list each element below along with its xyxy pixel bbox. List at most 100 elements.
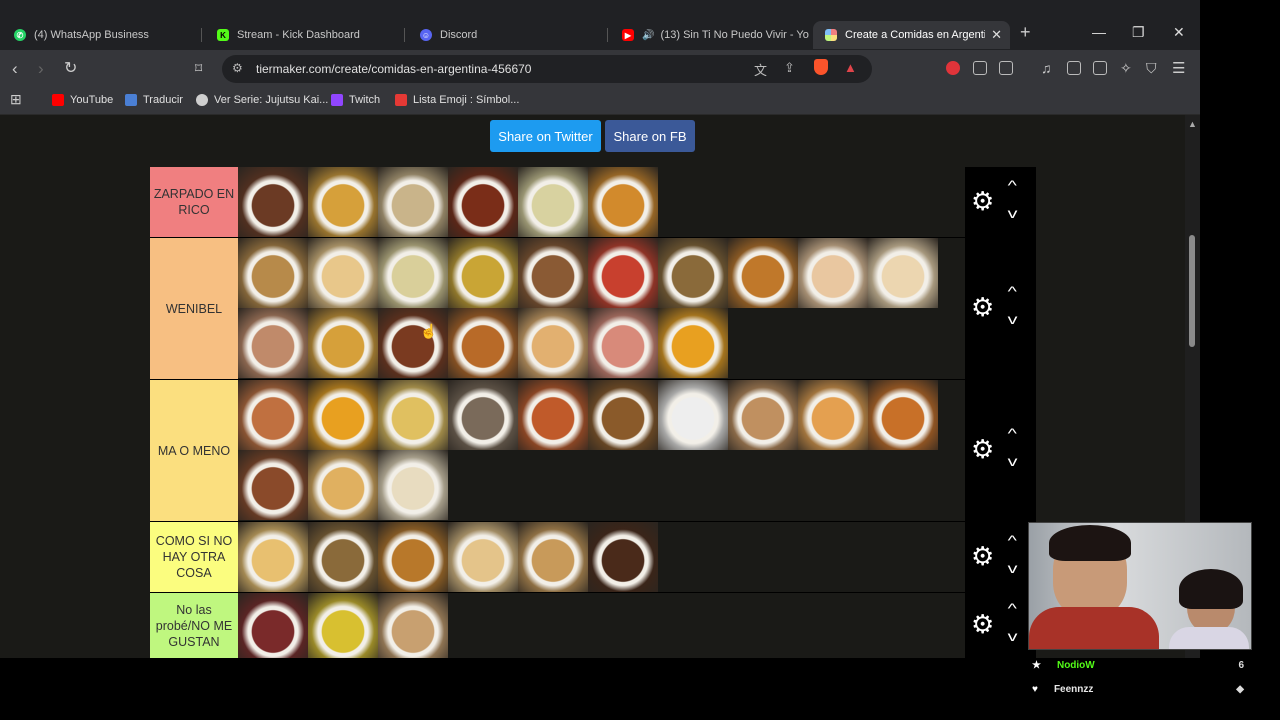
restore-button[interactable]: ❐: [1132, 24, 1145, 41]
food-image[interactable]: [238, 450, 308, 520]
vpn-icon[interactable]: ⛉: [1146, 60, 1157, 77]
tab-kick[interactable]: K Stream - Kick Dashboard: [205, 21, 405, 49]
tier-label[interactable]: ZARPADO EN RICO: [150, 167, 238, 237]
food-image[interactable]: [448, 167, 518, 237]
gear-icon[interactable]: ⚙: [971, 186, 994, 217]
food-image[interactable]: [378, 522, 448, 592]
brave-rewards-icon[interactable]: ▲: [844, 60, 857, 75]
bookmark-twitch[interactable]: Twitch: [331, 94, 380, 106]
food-image[interactable]: [238, 380, 308, 450]
food-image[interactable]: [728, 380, 798, 450]
food-image[interactable]: [378, 167, 448, 237]
tier-label[interactable]: COMO SI NO HAY OTRA COSA: [150, 522, 238, 592]
tier-items[interactable]: [238, 238, 965, 379]
chevron-up-icon[interactable]: ^: [1008, 425, 1017, 441]
food-image[interactable]: [308, 593, 378, 658]
wallet-icon[interactable]: [1093, 61, 1107, 75]
tier-items[interactable]: [238, 522, 965, 592]
share-icon[interactable]: ⇪: [784, 60, 795, 76]
food-image[interactable]: [378, 450, 448, 520]
food-image[interactable]: [798, 238, 868, 308]
food-image[interactable]: [798, 380, 868, 450]
food-image[interactable]: [238, 593, 308, 658]
gear-icon[interactable]: ⚙: [971, 434, 994, 465]
reload-button[interactable]: ↻: [64, 58, 77, 78]
scroll-thumb[interactable]: [1189, 235, 1195, 347]
food-image[interactable]: [518, 308, 588, 378]
new-tab-button[interactable]: +: [1020, 22, 1031, 43]
food-image[interactable]: [378, 380, 448, 450]
food-image[interactable]: [588, 380, 658, 450]
tab-discord[interactable]: ☺ Discord: [408, 21, 608, 49]
food-image[interactable]: [308, 308, 378, 378]
tier-label[interactable]: WENIBEL: [150, 238, 238, 379]
apps-grid-icon[interactable]: ⊞: [10, 91, 22, 108]
food-image[interactable]: [588, 167, 658, 237]
tab-tiermaker[interactable]: Create a Comidas en Argentin ✕: [813, 21, 1010, 49]
extension-red-icon[interactable]: [946, 61, 960, 75]
food-image[interactable]: [658, 308, 728, 378]
food-image[interactable]: [518, 380, 588, 450]
food-image[interactable]: [238, 167, 308, 237]
tab-whatsapp[interactable]: ✆ (4) WhatsApp Business: [2, 21, 202, 49]
translate-icon[interactable]: 文: [754, 60, 767, 79]
food-image[interactable]: [588, 522, 658, 592]
tier-label[interactable]: No las probé/NO ME GUSTAN: [150, 593, 238, 658]
close-window-button[interactable]: ✕: [1173, 24, 1185, 41]
screenshot-icon[interactable]: [999, 61, 1013, 75]
food-image[interactable]: [518, 167, 588, 237]
food-image[interactable]: [378, 308, 448, 378]
menu-icon[interactable]: ☰: [1172, 59, 1185, 77]
bookmark-traducir[interactable]: Traducir: [125, 94, 183, 106]
food-image[interactable]: [308, 167, 378, 237]
food-image[interactable]: [238, 522, 308, 592]
food-image[interactable]: [238, 308, 308, 378]
extensions-puzzle-icon[interactable]: [973, 61, 987, 75]
food-image[interactable]: [238, 238, 308, 308]
brave-shields-icon[interactable]: [814, 59, 828, 75]
tier-items[interactable]: [238, 167, 965, 237]
site-info-icon[interactable]: ⚙: [232, 61, 243, 75]
food-image[interactable]: [378, 593, 448, 658]
bookmark-jujutsu[interactable]: Ver Serie: Jujutsu Kai...: [196, 94, 328, 106]
food-image[interactable]: [448, 380, 518, 450]
share-fb-button[interactable]: Share on FB: [605, 120, 695, 152]
food-image[interactable]: [448, 522, 518, 592]
chevron-up-icon[interactable]: ^: [1008, 177, 1017, 193]
gear-icon[interactable]: ⚙: [971, 541, 994, 572]
chevron-down-icon[interactable]: v: [1008, 205, 1018, 221]
chevron-down-icon[interactable]: v: [1008, 453, 1018, 469]
food-image[interactable]: [728, 238, 798, 308]
scroll-up-arrow-icon[interactable]: ▲: [1188, 119, 1197, 129]
leo-ai-icon[interactable]: ✧: [1120, 60, 1132, 77]
food-image[interactable]: [588, 238, 658, 308]
tab-youtube[interactable]: ▶ 🔊 (13) Sin Ti No Puedo Vivir - Yo: [610, 21, 810, 49]
chevron-up-icon[interactable]: ^: [1008, 532, 1017, 548]
food-image[interactable]: [308, 380, 378, 450]
bookmark-emoji[interactable]: Lista Emoji : Símbol...: [395, 94, 519, 106]
food-image[interactable]: [868, 238, 938, 308]
food-image[interactable]: [658, 238, 728, 308]
gear-icon[interactable]: ⚙: [971, 609, 994, 640]
food-image[interactable]: [518, 522, 588, 592]
food-image[interactable]: [308, 238, 378, 308]
food-image[interactable]: [378, 238, 448, 308]
food-image[interactable]: [658, 380, 728, 450]
chevron-down-icon[interactable]: v: [1008, 628, 1018, 644]
food-image[interactable]: [448, 308, 518, 378]
bookmark-icon[interactable]: ⌑: [195, 60, 202, 77]
sidebar-icon[interactable]: [1067, 61, 1081, 75]
food-image[interactable]: [308, 450, 378, 520]
forward-button[interactable]: ›: [38, 59, 44, 79]
address-bar[interactable]: ⚙ tiermaker.com/create/comidas-en-argent…: [222, 55, 872, 83]
chevron-down-icon[interactable]: v: [1008, 311, 1018, 327]
share-twitter-button[interactable]: Share on Twitter: [490, 120, 601, 152]
food-image[interactable]: [868, 380, 938, 450]
back-button[interactable]: ‹: [12, 59, 18, 79]
tier-items[interactable]: [238, 380, 965, 521]
food-image[interactable]: [518, 238, 588, 308]
chevron-up-icon[interactable]: ^: [1008, 283, 1017, 299]
minimize-button[interactable]: —: [1092, 24, 1106, 40]
food-image[interactable]: [448, 238, 518, 308]
chevron-up-icon[interactable]: ^: [1008, 600, 1017, 616]
